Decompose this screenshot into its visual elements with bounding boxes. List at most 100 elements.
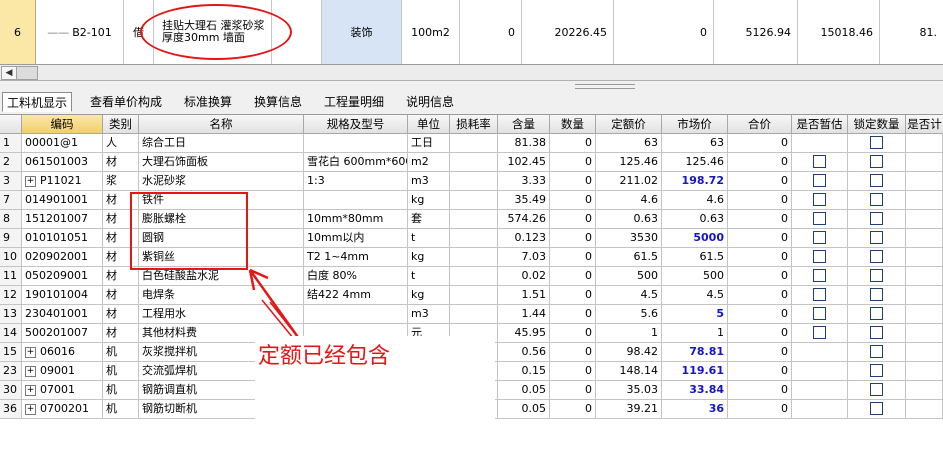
table-row[interactable]: 9 010101051 材圆钢 10mm以内 t 0.123 0 3530 5000 0 <box>0 229 943 248</box>
cell-est[interactable] <box>792 343 848 362</box>
table-row[interactable]: 11 050209001 材白色硅酸盐水泥 白度 80% t 0.02 0 500 500 0 <box>0 267 943 286</box>
cell-lock[interactable] <box>848 210 906 229</box>
cell-lock[interactable] <box>848 286 906 305</box>
cell-est[interactable] <box>792 286 848 305</box>
cell-lock[interactable] <box>848 248 906 267</box>
cell-lock[interactable] <box>848 134 906 153</box>
lock-checkbox[interactable] <box>870 135 883 149</box>
table-row[interactable]: 1 00001@1 人综合工日 工日 81.38 0 63 63 0 <box>0 134 943 153</box>
lock-checkbox[interactable] <box>870 268 883 282</box>
estimate-checkbox[interactable] <box>813 249 826 263</box>
upper-row-spec[interactable]: 装饰 <box>322 0 402 64</box>
tab-unit-price[interactable]: 查看单价构成 <box>86 92 166 112</box>
expand-icon[interactable]: + <box>25 384 36 396</box>
header-lock[interactable]: 锁定数量 <box>848 115 906 134</box>
tab-standard-conversion[interactable]: 标准换算 <box>180 92 236 112</box>
estimate-checkbox[interactable] <box>813 230 826 244</box>
pane-splitter[interactable] <box>0 81 943 90</box>
header-total[interactable]: 合价 <box>728 115 792 134</box>
expand-icon[interactable]: + <box>25 346 36 358</box>
cell-est[interactable] <box>792 153 848 172</box>
lock-checkbox[interactable] <box>870 325 883 339</box>
scroll-thumb[interactable] <box>16 66 38 80</box>
estimate-checkbox[interactable] <box>813 154 826 168</box>
cell-est[interactable] <box>792 229 848 248</box>
cell-qty: 0 <box>550 172 596 191</box>
cell-lock[interactable] <box>848 229 906 248</box>
estimate-checkbox[interactable] <box>813 211 826 225</box>
table-row[interactable]: 2 061501003 材大理石饰面板 雪花白 600mm*600 m2 102.45 0 1… <box>0 153 943 172</box>
lock-checkbox[interactable] <box>870 192 883 206</box>
cell-est[interactable] <box>792 248 848 267</box>
cell-lock[interactable] <box>848 305 906 324</box>
header-counted[interactable]: 是否计 <box>906 115 943 134</box>
cell-est[interactable] <box>792 324 848 343</box>
cell-lock[interactable] <box>848 267 906 286</box>
header-qty[interactable]: 数量 <box>550 115 596 134</box>
lock-checkbox[interactable] <box>870 211 883 225</box>
estimate-checkbox[interactable] <box>813 287 826 301</box>
tab-conversion-info[interactable]: 换算信息 <box>250 92 306 112</box>
lock-checkbox[interactable] <box>870 363 883 377</box>
horizontal-scrollbar[interactable]: ◀ <box>0 65 943 81</box>
scroll-left-icon[interactable]: ◀ <box>1 66 17 80</box>
cell-est[interactable] <box>792 305 848 324</box>
upper-grid-row[interactable]: 6 —— B2-101 借 挂贴大理石 灌浆砂浆厚度30mm 墙面 装饰 100m… <box>0 0 943 65</box>
splitter-grip-icon[interactable] <box>575 84 635 89</box>
header-type[interactable]: 类别 <box>103 115 139 134</box>
header-spec[interactable]: 规格及型号 <box>304 115 408 134</box>
tab-materials[interactable]: 工料机显示 <box>2 92 73 112</box>
cell-est[interactable] <box>792 381 848 400</box>
cell-code: 500201007 <box>22 324 103 343</box>
table-row[interactable]: 13 230401001 材工程用水 m3 1.44 0 5.6 5 0 <box>0 305 943 324</box>
cell-lock[interactable] <box>848 400 906 419</box>
expand-icon[interactable]: + <box>25 365 36 377</box>
lock-checkbox[interactable] <box>870 287 883 301</box>
estimate-checkbox[interactable] <box>813 192 826 206</box>
cell-est[interactable] <box>792 400 848 419</box>
tab-description[interactable]: 说明信息 <box>402 92 458 112</box>
header-unit[interactable]: 单位 <box>408 115 450 134</box>
lock-checkbox[interactable] <box>870 401 883 415</box>
header-estimate[interactable]: 是否暂估 <box>792 115 848 134</box>
cell-lock[interactable] <box>848 362 906 381</box>
cell-lock[interactable] <box>848 191 906 210</box>
cell-lock[interactable] <box>848 172 906 191</box>
tab-quantity-detail[interactable]: 工程量明细 <box>320 92 388 112</box>
table-row[interactable]: 8 151201007 材膨胀螺栓 10mm*80mm 套 574.26 0 0.63 0.63… <box>0 210 943 229</box>
estimate-checkbox[interactable] <box>813 325 826 339</box>
estimate-checkbox[interactable] <box>813 306 826 320</box>
cell-lock[interactable] <box>848 381 906 400</box>
lock-checkbox[interactable] <box>870 249 883 263</box>
table-row[interactable]: 12 190101004 材电焊条 结422 4mm kg 1.51 0 4.5 4.5 0 <box>0 286 943 305</box>
header-loss[interactable]: 损耗率 <box>450 115 498 134</box>
expand-icon[interactable]: + <box>25 403 36 415</box>
table-row[interactable]: 10 020902001 材紫铜丝 T2 1~4mm kg 7.03 0 61.5 61.5 0 <box>0 248 943 267</box>
lock-checkbox[interactable] <box>870 154 883 168</box>
cell-est[interactable] <box>792 134 848 153</box>
table-row[interactable]: 3 + P11021 浆水泥砂浆 1:3 m3 3.33 0 211.02 198.72 0 <box>0 172 943 191</box>
cell-lock[interactable] <box>848 324 906 343</box>
lock-checkbox[interactable] <box>870 306 883 320</box>
header-market[interactable]: 市场价 <box>662 115 728 134</box>
lock-checkbox[interactable] <box>870 173 883 187</box>
cell-lock[interactable] <box>848 153 906 172</box>
header-code[interactable]: 编码 <box>22 115 103 134</box>
cell-est[interactable] <box>792 267 848 286</box>
estimate-checkbox[interactable] <box>813 173 826 187</box>
header-content[interactable]: 含量 <box>498 115 550 134</box>
cell-est[interactable] <box>792 210 848 229</box>
cell-est[interactable] <box>792 172 848 191</box>
lock-checkbox[interactable] <box>870 382 883 396</box>
cell-est[interactable] <box>792 362 848 381</box>
lock-checkbox[interactable] <box>870 230 883 244</box>
estimate-checkbox[interactable] <box>813 268 826 282</box>
lock-checkbox[interactable] <box>870 344 883 358</box>
header-name[interactable]: 名称 <box>139 115 304 134</box>
cell-lock[interactable] <box>848 343 906 362</box>
header-quota[interactable]: 定额价 <box>596 115 662 134</box>
table-row[interactable]: 7 014901001 材铁件 kg 35.49 0 4.6 4.6 0 <box>0 191 943 210</box>
cell-spec: 10mm以内 <box>304 229 408 248</box>
cell-est[interactable] <box>792 191 848 210</box>
expand-icon[interactable]: + <box>25 175 36 187</box>
